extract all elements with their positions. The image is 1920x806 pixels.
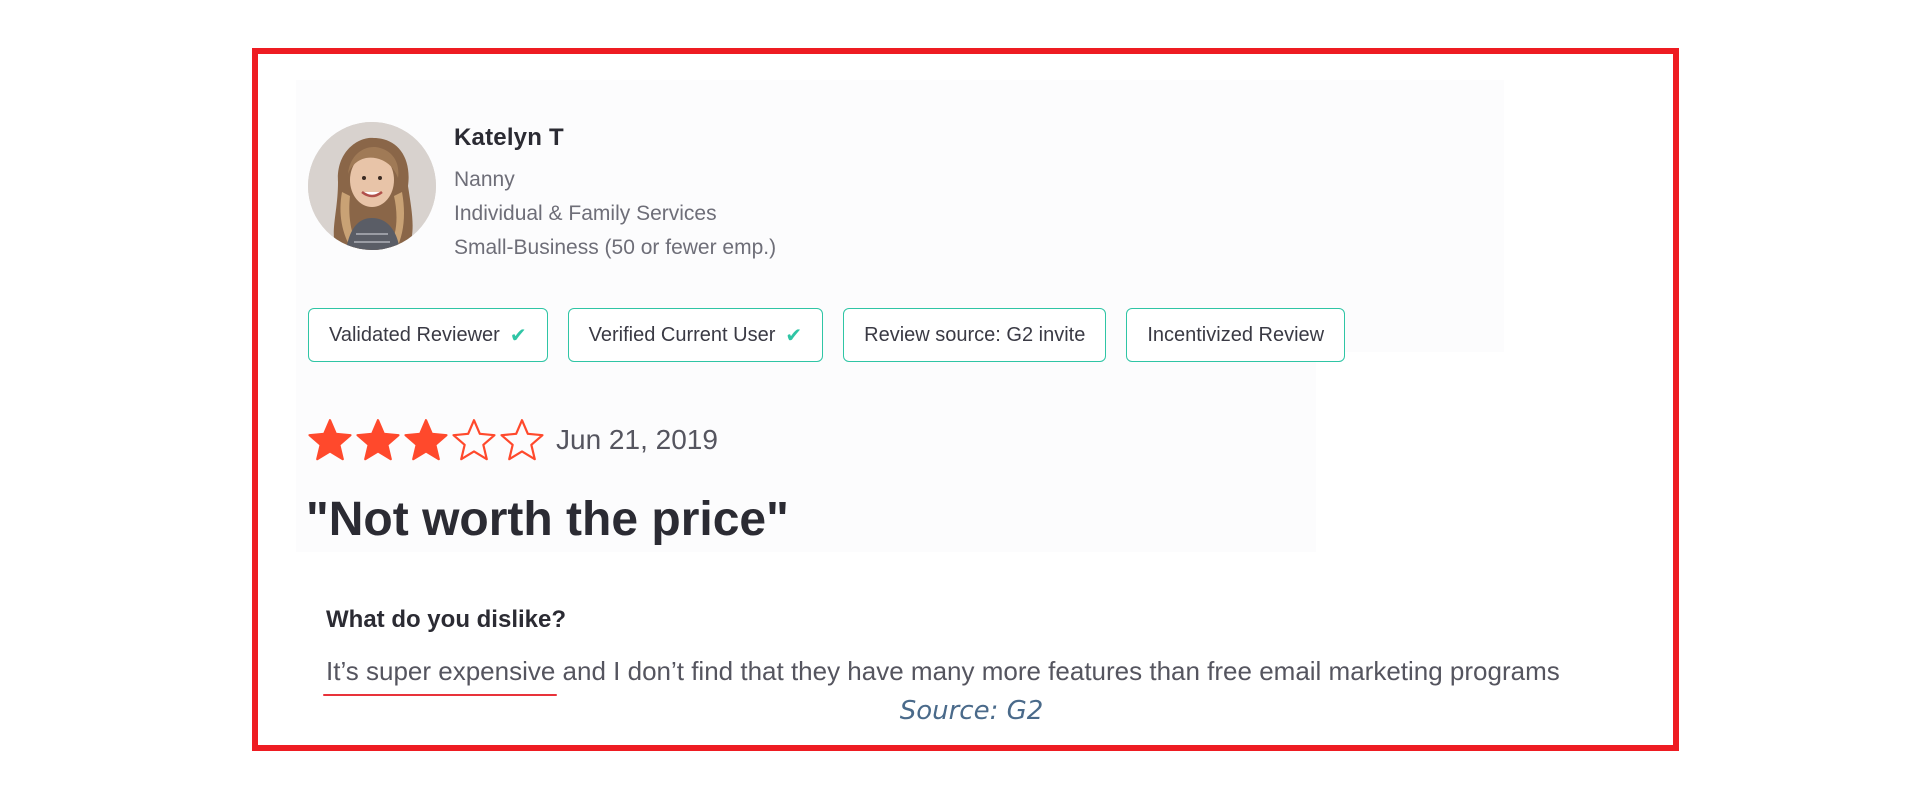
star-empty-icon — [500, 418, 544, 462]
star-filled-icon — [308, 418, 352, 462]
badge-label: Review source: G2 invite — [864, 323, 1086, 346]
star-empty-icon — [452, 418, 496, 462]
answer-text: and I don’t find that they have many mor… — [555, 656, 1560, 686]
check-icon: ✔ — [785, 324, 803, 347]
dislike-question: What do you dislike? — [326, 606, 567, 633]
review-title[interactable]: "Not worth the price" — [306, 492, 789, 547]
reviewer-name[interactable]: Katelyn T — [454, 124, 564, 152]
reviewer-role: Nanny — [454, 168, 515, 191]
badge-label: Validated Reviewer — [329, 323, 500, 346]
highlighted-phrase: It’s super expensive — [326, 656, 556, 686]
badge-incentivized-review[interactable]: Incentivized Review — [1126, 308, 1346, 362]
badge-review-source[interactable]: Review source: G2 invite — [843, 308, 1107, 362]
highlight-frame: Katelyn T Nanny Individual & Family Serv… — [252, 48, 1679, 751]
reviewer-avatar[interactable] — [308, 122, 436, 250]
dislike-answer: It’s super expensive and I don’t find th… — [326, 656, 1560, 687]
badge-label: Incentivized Review — [1147, 323, 1325, 346]
star-filled-icon — [356, 418, 400, 462]
star-filled-icon — [404, 418, 448, 462]
source-caption: Source: G2 — [899, 696, 1044, 726]
check-icon: ✔ — [509, 324, 527, 347]
badge-row: Validated Reviewer ✔ Verified Current Us… — [308, 308, 1346, 364]
review-date: Jun 21, 2019 — [556, 424, 718, 455]
badge-validated-reviewer[interactable]: Validated Reviewer ✔ — [308, 308, 548, 362]
reviewer-industry: Individual & Family Services — [454, 202, 717, 225]
review-card: Katelyn T Nanny Individual & Family Serv… — [296, 80, 1560, 686]
reviewer-company-size: Small-Business (50 or fewer emp.) — [454, 236, 777, 259]
badge-label: Verified Current User — [588, 323, 776, 346]
badge-verified-current-user[interactable]: Verified Current User ✔ — [567, 308, 824, 362]
star-rating — [308, 418, 544, 462]
